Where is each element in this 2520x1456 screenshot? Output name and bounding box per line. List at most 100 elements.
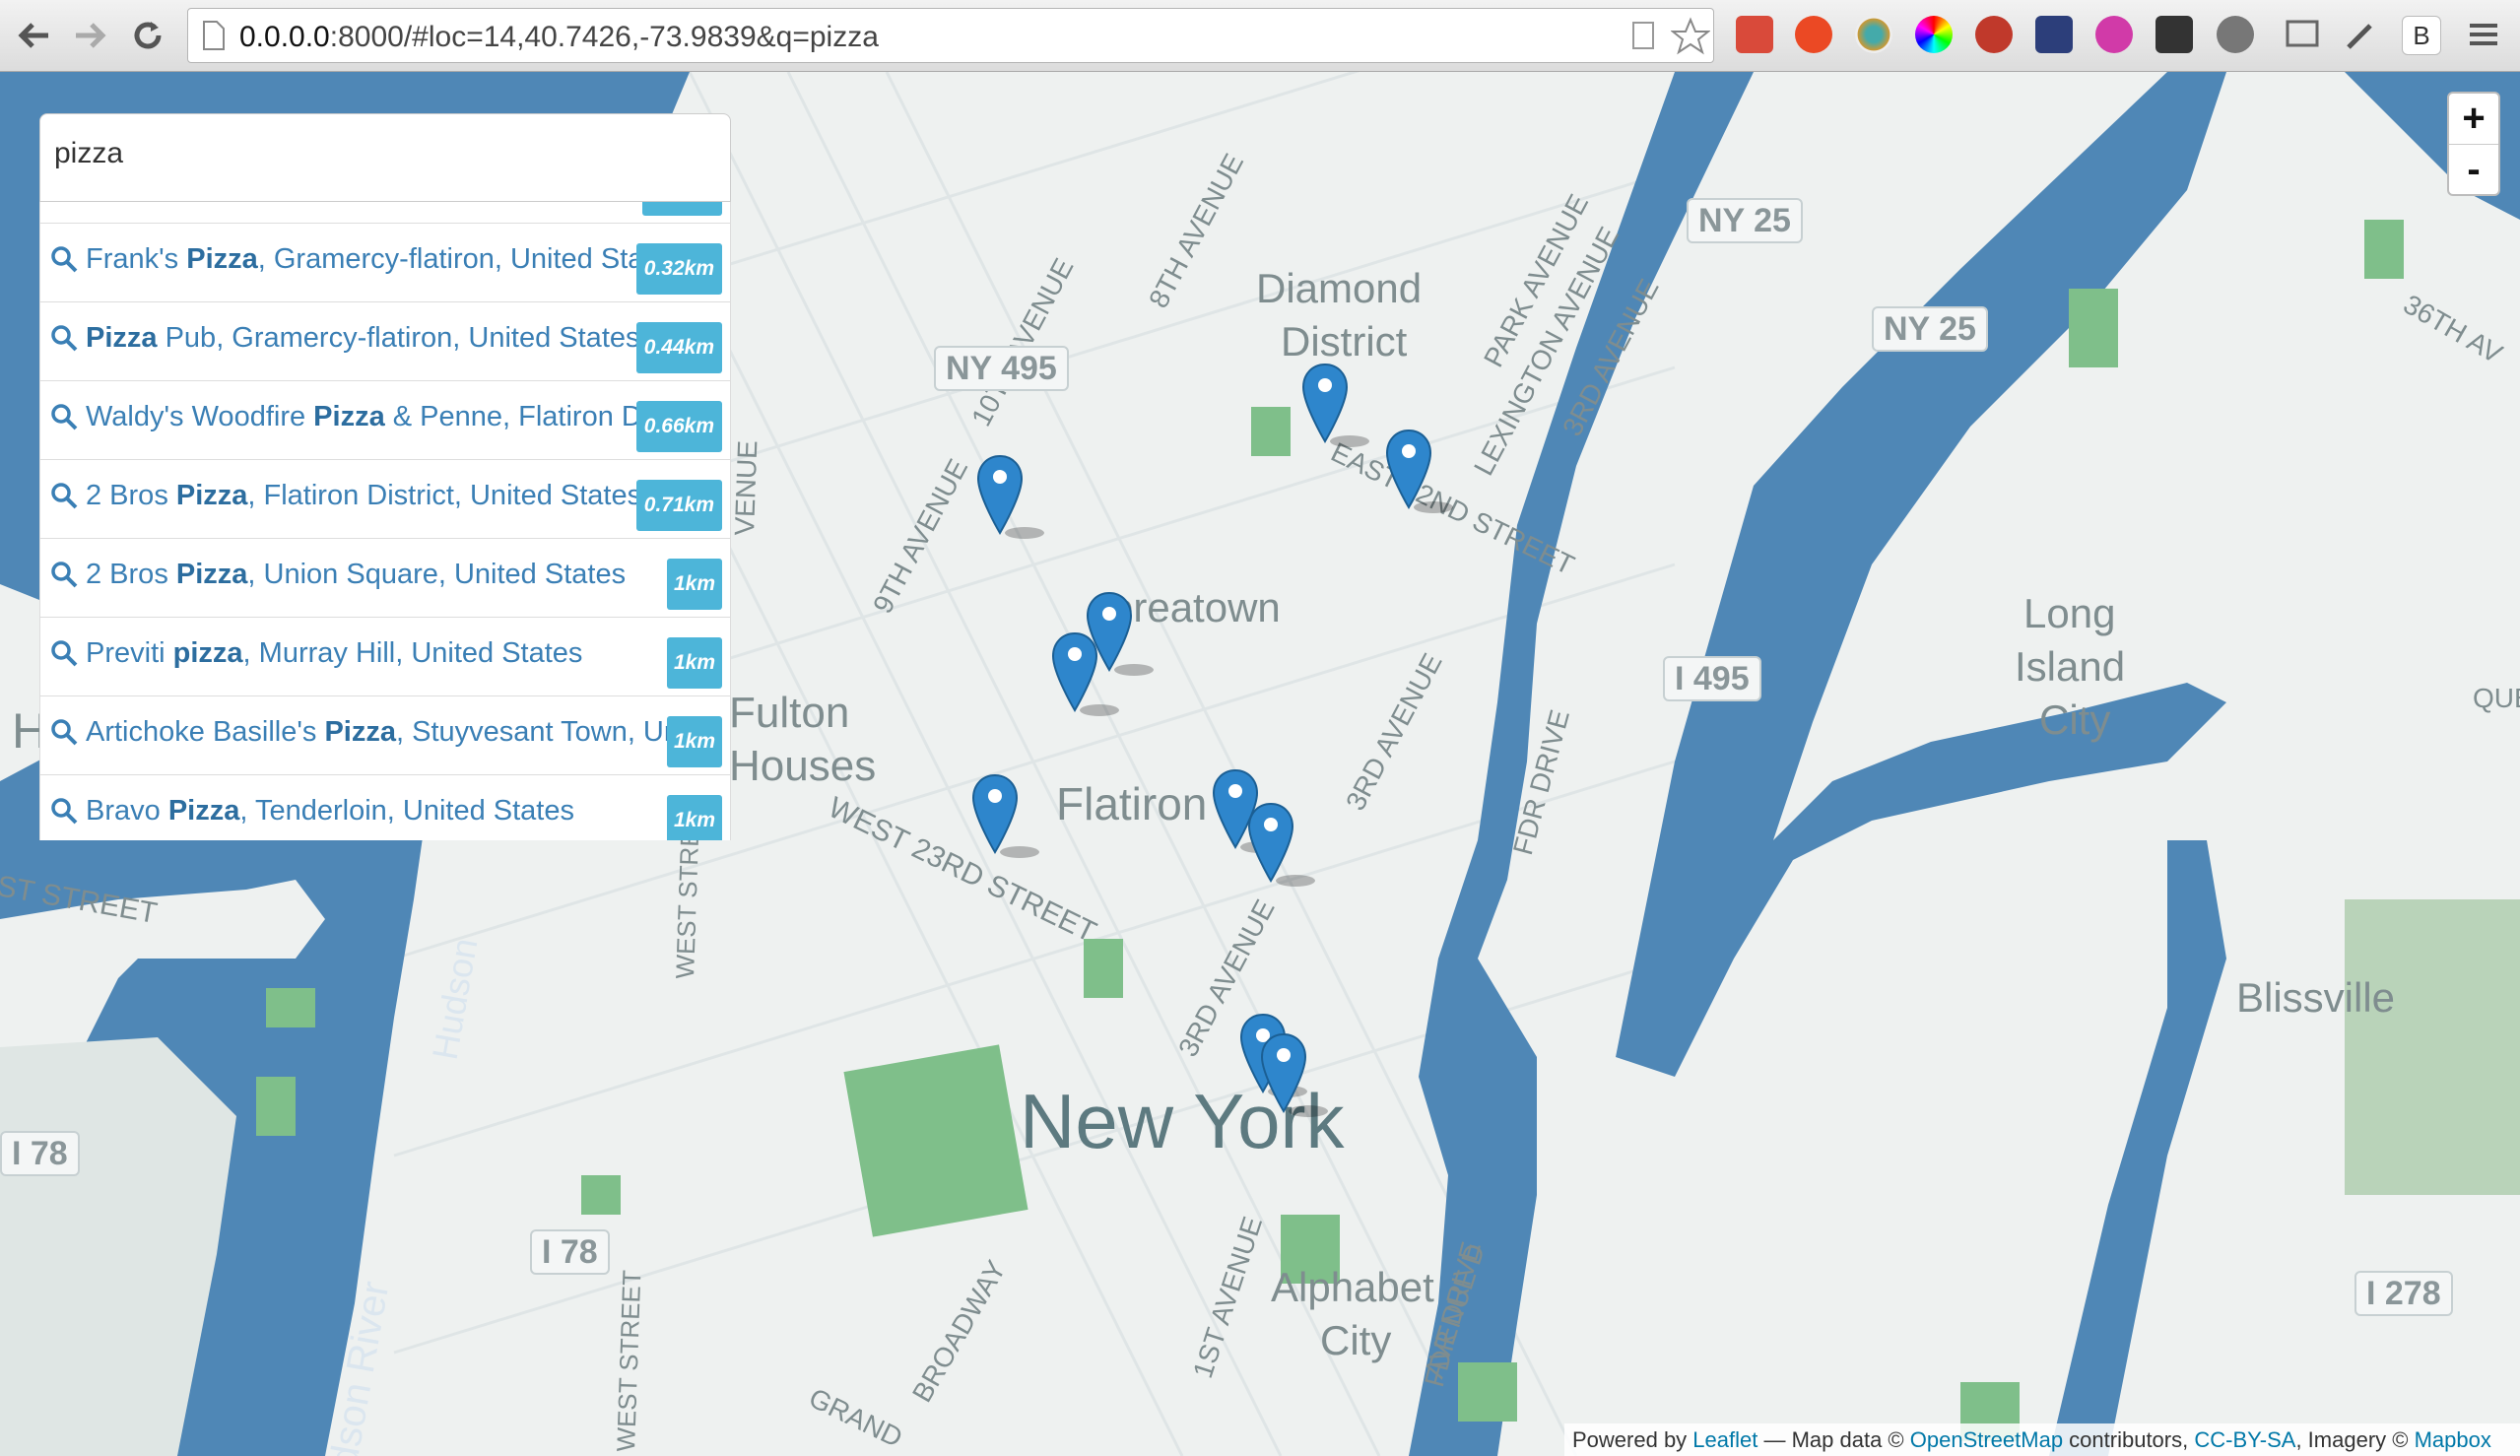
search-result-item[interactable]: Waldy's Woodfire Pizza & Penne, Flatiron… bbox=[40, 381, 730, 460]
extension-l-icon[interactable] bbox=[2155, 16, 2193, 53]
search-icon bbox=[51, 798, 78, 825]
leaflet-link[interactable]: Leaflet bbox=[1692, 1427, 1757, 1452]
result-name-post: Pub, Gramercy-flatiron, United States bbox=[157, 322, 640, 354]
osm-link[interactable]: OpenStreetMap bbox=[1910, 1427, 2063, 1452]
page-icon bbox=[203, 21, 225, 50]
result-name: 2 Bros Pizza, Flatiron District, United … bbox=[86, 480, 667, 512]
forward-icon[interactable] bbox=[69, 14, 112, 57]
address-bar[interactable]: 0.0.0.0:8000/#loc=14,40.7426,-73.9839&q=… bbox=[187, 8, 1714, 63]
stumbleupon-icon[interactable] bbox=[1795, 16, 1832, 53]
browser-toolbar: 0.0.0.0:8000/#loc=14,40.7426,-73.9839&q=… bbox=[0, 0, 2520, 72]
distance-badge: 0.44km bbox=[635, 322, 722, 373]
distance-badge: 0.32km bbox=[635, 243, 722, 295]
result-name-pre: Frank's bbox=[86, 243, 187, 275]
label-houses: Houses bbox=[729, 742, 877, 790]
label-fulton: Fulton bbox=[729, 689, 850, 737]
label-alphabet: Alphabet bbox=[1271, 1264, 1434, 1310]
stop-hand-icon[interactable] bbox=[1975, 16, 2013, 53]
distance-badge: 1km bbox=[667, 716, 722, 767]
result-name-post: , Gramercy-flatiron, United States bbox=[257, 243, 667, 275]
pizza-marker[interactable] bbox=[975, 454, 1044, 543]
shield-ny25-a: NY 25 bbox=[1687, 198, 1803, 243]
result-name-post: , Murray Hill, United States bbox=[242, 637, 583, 669]
document-icon[interactable] bbox=[1631, 21, 1657, 50]
result-name-match: Pizza bbox=[167, 795, 240, 827]
label-que: QUE bbox=[2473, 683, 2520, 713]
extension-p-icon[interactable] bbox=[2095, 16, 2133, 53]
result-name-match: Pizza bbox=[86, 322, 158, 354]
cc-link[interactable]: CC-BY-SA bbox=[2194, 1427, 2295, 1452]
label-alphabet-city: City bbox=[1320, 1317, 1392, 1363]
distance-badge: 1km bbox=[667, 637, 722, 689]
search-result-item[interactable]: Artichoke Basille's Pizza, Stuyvesant To… bbox=[40, 696, 730, 775]
eyedropper-icon[interactable] bbox=[2343, 16, 2380, 53]
pizza-marker[interactable] bbox=[1259, 1032, 1328, 1121]
reload-icon[interactable] bbox=[126, 14, 169, 57]
search-results: Pizza Hut - Allegheny, United States270k… bbox=[39, 202, 731, 840]
pizza-marker[interactable] bbox=[1246, 802, 1315, 891]
bookmark-star-icon[interactable] bbox=[1671, 17, 1710, 56]
search-result-item[interactable]: Pizza Hut - Allegheny, United States270k… bbox=[40, 202, 730, 224]
pizza-marker[interactable] bbox=[1050, 631, 1119, 720]
menu-icon[interactable] bbox=[2465, 16, 2502, 53]
result-name-match: pizza bbox=[172, 637, 243, 669]
distance-badge: 0.66km bbox=[635, 401, 722, 452]
search-result-item[interactable]: Frank's Pizza, Gramercy-flatiron, United… bbox=[40, 224, 730, 302]
extension-globe-icon[interactable] bbox=[1855, 16, 1892, 53]
url-text: 0.0.0.0:8000/#loc=14,40.7426,-73.9839&q=… bbox=[239, 21, 879, 53]
attrib-mapdata: — Map data © bbox=[1757, 1427, 1910, 1452]
label-west-street-2: WEST STREET bbox=[611, 1269, 647, 1453]
result-name-post: , Tenderloin, United States bbox=[239, 795, 574, 827]
shield-ny495: NY 495 bbox=[934, 346, 1069, 391]
pizza-marker[interactable] bbox=[1300, 363, 1369, 451]
attrib-powered: Powered by bbox=[1572, 1427, 1693, 1452]
shield-i278: I 278 bbox=[2354, 1271, 2453, 1316]
search-input[interactable] bbox=[52, 136, 706, 171]
label-venue: VENUE bbox=[729, 439, 763, 537]
cast-icon[interactable] bbox=[2284, 16, 2321, 53]
extension-circle-icon[interactable] bbox=[2217, 16, 2254, 53]
result-name-match: Pizza bbox=[175, 480, 248, 511]
result-name-pre: Previti bbox=[86, 637, 173, 669]
distance-badge: 1km bbox=[667, 795, 722, 840]
extension-book-icon[interactable] bbox=[1736, 16, 1773, 53]
color-picker-icon[interactable] bbox=[1915, 16, 1953, 53]
search-icon bbox=[51, 562, 78, 588]
result-name: Waldy's Woodfire Pizza & Penne, Flatiron… bbox=[86, 401, 667, 433]
search-result-item[interactable]: Pizza Pub, Gramercy-flatiron, United Sta… bbox=[40, 302, 730, 381]
label-long: Long bbox=[2023, 590, 2116, 636]
result-name: Bravo Pizza, Tenderloin, United States bbox=[86, 795, 667, 827]
label-district: District bbox=[1281, 318, 1408, 364]
search-icon bbox=[51, 640, 78, 667]
result-name: Artichoke Basille's Pizza, Stuyvesant To… bbox=[86, 716, 667, 749]
label-lic-city: City bbox=[2039, 696, 2111, 743]
shield-i78-b: I 78 bbox=[530, 1229, 610, 1275]
search-icon bbox=[51, 483, 78, 509]
label-diamond: Diamond bbox=[1256, 265, 1423, 311]
search-result-item[interactable]: Previti pizza, Murray Hill, United State… bbox=[40, 618, 730, 696]
label-blissville: Blissville bbox=[2236, 974, 2396, 1021]
label-island: Island bbox=[2015, 643, 2126, 690]
search-icon bbox=[51, 719, 78, 746]
pizza-marker[interactable] bbox=[970, 773, 1039, 862]
result-name-pre: 2 Bros bbox=[86, 480, 176, 511]
mapbox-link[interactable]: Mapbox bbox=[2415, 1427, 2491, 1452]
pizza-marker[interactable] bbox=[1384, 429, 1453, 517]
extension-b-icon[interactable]: B bbox=[2402, 16, 2441, 55]
shield-ny25-b: NY 25 bbox=[1872, 306, 1988, 352]
result-name-pre: Waldy's Woodfire bbox=[86, 401, 314, 432]
search-result-item[interactable]: 2 Bros Pizza, Union Square, United State… bbox=[40, 539, 730, 618]
search-result-item[interactable]: Bravo Pizza, Tenderloin, United States 1k… bbox=[40, 775, 730, 840]
distance-badge: 1km bbox=[667, 559, 722, 610]
attrib-contrib: contributors, bbox=[2063, 1427, 2195, 1452]
search-result-item[interactable]: 2 Bros Pizza, Flatiron District, United … bbox=[40, 460, 730, 539]
zoom-in-button[interactable]: + bbox=[2449, 94, 2498, 144]
back-icon[interactable] bbox=[12, 14, 55, 57]
result-name-match: Pizza bbox=[324, 716, 396, 748]
distance-badge: 270km bbox=[641, 202, 722, 216]
result-name-match: Pizza bbox=[175, 559, 248, 590]
label-flatiron: Flatiron bbox=[1056, 778, 1208, 829]
zoom-out-button[interactable]: - bbox=[2449, 144, 2498, 195]
extension-night-icon[interactable] bbox=[2035, 16, 2073, 53]
shield-i78-a: I 78 bbox=[0, 1131, 80, 1176]
